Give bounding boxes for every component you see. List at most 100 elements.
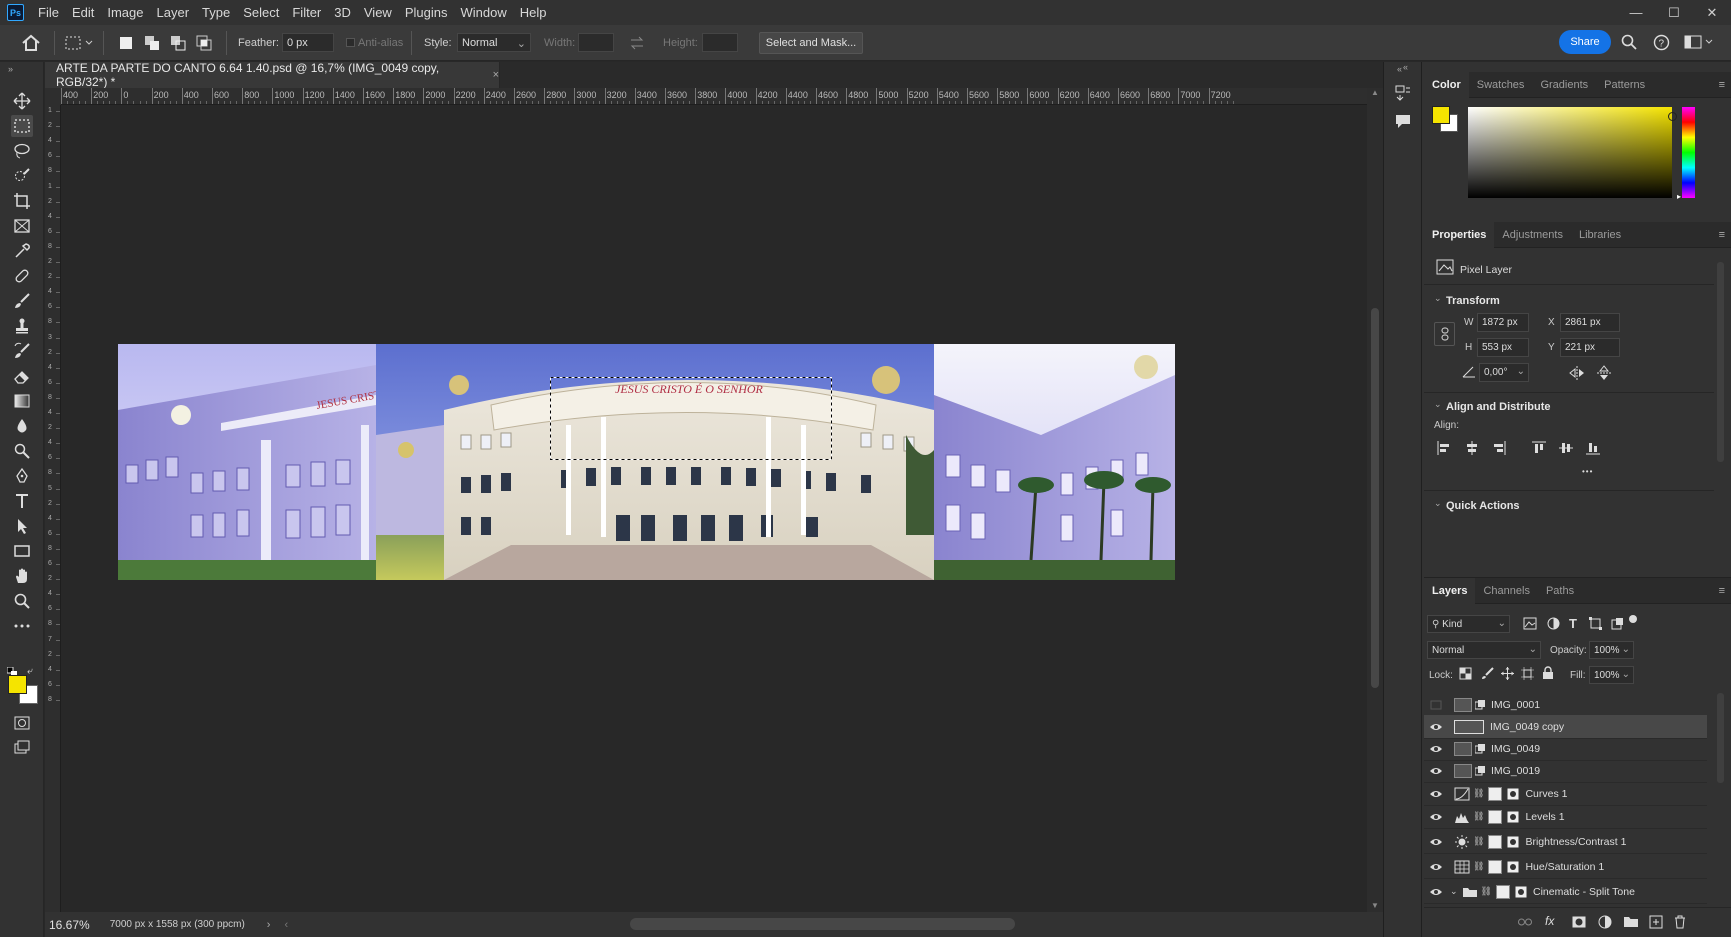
menu-type[interactable]: Type: [202, 5, 230, 20]
screen-mode-icon[interactable]: [11, 737, 33, 759]
x-prop-input[interactable]: 2861 px: [1560, 313, 1620, 332]
eye-icon[interactable]: [1424, 722, 1448, 732]
eraser-tool-icon[interactable]: [11, 365, 33, 387]
vertical-scrollbar-thumb[interactable]: [1371, 308, 1379, 688]
more-align-options-icon[interactable]: •••: [1582, 467, 1593, 476]
dodge-tool-icon[interactable]: [11, 440, 33, 462]
expand-toolbar-icon[interactable]: »: [8, 64, 13, 74]
collapse-panels-icon[interactable]: «: [1403, 62, 1408, 72]
lock-pixels-icon[interactable]: [1481, 667, 1494, 680]
ruler-corner[interactable]: [45, 88, 61, 105]
tab-patterns[interactable]: Patterns: [1596, 72, 1653, 98]
layer-row-img-0019[interactable]: IMG_0019: [1424, 759, 1707, 783]
pen-tool-icon[interactable]: [11, 465, 33, 487]
help-icon[interactable]: ?: [1653, 34, 1670, 51]
close-window-button[interactable]: ✕: [1693, 0, 1731, 25]
layer-row-img-0049[interactable]: IMG_0049: [1424, 737, 1707, 761]
lock-all-icon[interactable]: [1542, 666, 1554, 680]
marquee-preset-icon[interactable]: [64, 34, 94, 52]
layer-mask-thumbnail[interactable]: [1488, 809, 1503, 824]
width-prop-input[interactable]: 1872 px: [1477, 313, 1529, 332]
gradient-tool-icon[interactable]: [11, 390, 33, 412]
link-icon[interactable]: ⛓: [1473, 788, 1484, 799]
vertical-ruler[interactable]: 1 2 4 6 8 1 2 4 6 8 2 2 4 6 8 3 2 4 6 8 4 2 4 6 8 5 2 4 6 8 6 2 4 6 8 7 2 4 6 8: [45, 105, 61, 912]
lock-transparent-icon[interactable]: [1459, 667, 1472, 680]
rectangle-tool-icon[interactable]: [11, 540, 33, 562]
link-layers-icon[interactable]: [1518, 916, 1532, 928]
layer-row-levels-1[interactable]: ⛓ Levels 1: [1424, 805, 1707, 829]
align-horizontal-center-icon[interactable]: [1465, 441, 1479, 455]
brush-tool-icon[interactable]: [11, 290, 33, 312]
horizontal-ruler[interactable]: 400 200 0 200 400 600 800 1000 1200 1400 1600 1800 2…: [61, 88, 1367, 105]
eye-icon[interactable]: [1424, 837, 1448, 847]
width-input[interactable]: [578, 33, 614, 52]
hue-slider-handle[interactable]: ▸: [1677, 192, 1681, 201]
intersect-selection-icon[interactable]: [195, 34, 213, 52]
menu-window[interactable]: Window: [460, 5, 506, 20]
tab-color[interactable]: Color: [1424, 71, 1469, 98]
horizontal-scrollbar-thumb[interactable]: [630, 918, 1015, 930]
properties-menu-icon[interactable]: ≡: [1719, 229, 1725, 241]
hue-slider[interactable]: [1682, 107, 1695, 198]
height-input[interactable]: [702, 33, 738, 52]
transform-chevron-icon[interactable]: ⌄: [1434, 293, 1442, 304]
layer-row-img-0049-copy[interactable]: IMG_0049 copy: [1424, 715, 1707, 739]
quick-mask-icon[interactable]: [11, 712, 33, 734]
menu-3d[interactable]: 3D: [334, 5, 351, 20]
search-icon[interactable]: [1621, 34, 1637, 50]
type-tool-icon[interactable]: [11, 490, 33, 512]
height-prop-input[interactable]: 553 px: [1477, 338, 1529, 357]
share-button[interactable]: Share: [1559, 30, 1611, 54]
add-mask-icon[interactable]: [1572, 916, 1586, 928]
clone-stamp-tool-icon[interactable]: [11, 315, 33, 337]
align-chevron-icon[interactable]: ⌄: [1434, 399, 1442, 410]
layer-mask-thumbnail[interactable]: [1488, 834, 1503, 849]
layer-mask-thumbnail[interactable]: [1488, 786, 1503, 801]
quick-actions-title[interactable]: Quick Actions: [1446, 500, 1520, 512]
document-tab[interactable]: ARTE DA PARTE DO CANTO 6.64 1.40.psd @ 1…: [45, 61, 500, 89]
transform-section-title[interactable]: Transform: [1446, 295, 1500, 307]
menu-image[interactable]: Image: [107, 5, 143, 20]
eye-icon[interactable]: [1424, 789, 1448, 799]
scroll-left-icon[interactable]: ‹: [284, 919, 288, 931]
tab-channels[interactable]: Channels: [1475, 578, 1537, 604]
link-dimensions-icon[interactable]: [1434, 322, 1455, 346]
link-icon[interactable]: ⛓: [1473, 861, 1484, 872]
delete-layer-icon[interactable]: [1674, 915, 1686, 929]
new-selection-icon[interactable]: [117, 34, 135, 52]
feather-input[interactable]: 0 px: [282, 33, 334, 52]
flip-horizontal-icon[interactable]: [1569, 366, 1585, 380]
hand-tool-icon[interactable]: [11, 565, 33, 587]
tab-adjustments[interactable]: Adjustments: [1494, 222, 1571, 248]
collapse-dock-icon[interactable]: «: [1397, 64, 1402, 74]
new-adjustment-icon[interactable]: [1598, 915, 1612, 929]
filter-adjustment-icon[interactable]: [1547, 617, 1560, 630]
history-brush-tool-icon[interactable]: [11, 340, 33, 362]
new-group-icon[interactable]: [1623, 916, 1639, 928]
eye-icon[interactable]: [1424, 862, 1448, 872]
menu-help[interactable]: Help: [520, 5, 547, 20]
zoom-tool-icon[interactable]: [11, 590, 33, 612]
align-top-icon[interactable]: [1532, 441, 1546, 455]
close-document-icon[interactable]: ×: [493, 69, 499, 81]
blur-tool-icon[interactable]: [11, 415, 33, 437]
layer-row-img-0001[interactable]: IMG_0001: [1424, 693, 1707, 717]
color-field[interactable]: [1468, 107, 1677, 198]
workspace-icon[interactable]: [1684, 35, 1714, 50]
rectangular-marquee-tool-icon[interactable]: [11, 115, 33, 137]
link-icon[interactable]: ⛓: [1473, 811, 1484, 822]
y-prop-input[interactable]: 221 px: [1560, 338, 1620, 357]
filter-shape-icon[interactable]: [1589, 617, 1602, 630]
vertical-scrollbar[interactable]: ▲ ▼: [1367, 88, 1383, 912]
filter-toggle-icon[interactable]: [1629, 615, 1637, 623]
style-select[interactable]: Normal ⌄: [457, 33, 531, 52]
lasso-tool-icon[interactable]: [11, 140, 33, 162]
lock-position-icon[interactable]: [1501, 667, 1514, 680]
menu-select[interactable]: Select: [243, 5, 279, 20]
align-bottom-icon[interactable]: [1586, 441, 1600, 455]
select-and-mask-button[interactable]: Select and Mask...: [759, 32, 863, 54]
lock-artboard-icon[interactable]: [1521, 667, 1534, 680]
canvas-area[interactable]: JESUS CRISTO JESUS CRISTO É O SENHOR: [61, 105, 1367, 912]
eyedropper-tool-icon[interactable]: [11, 240, 33, 262]
color-panel-foreground-swatch[interactable]: [1432, 106, 1450, 124]
